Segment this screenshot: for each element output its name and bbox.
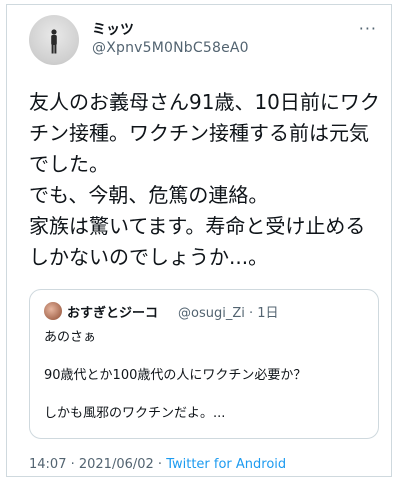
quoted-author-avatar	[44, 302, 62, 320]
quoted-tweet[interactable]: おすぎとジーコ @osugi_Zi · 1日 あのさぁ 90歳代とか100歳代の…	[29, 289, 379, 439]
more-dots-icon[interactable]: ···	[359, 19, 377, 38]
author-name[interactable]: ミッツ	[92, 19, 134, 39]
person-figure-icon	[51, 29, 57, 54]
quoted-tweet-text: あのさぁ 90歳代とか100歳代の人にワクチン必要か？ しかも風邪のワクチンだよ…	[44, 330, 307, 421]
tweet-meta: 14:07 · 2021/06/02 · Twitter for Android	[29, 457, 286, 472]
tweet-text: 友人のお義母さん91歳、10日前にワクチン接種。ワクチン接種する前は元気でした。…	[29, 90, 380, 269]
tweet-card: ミッツ @Xpnv5M0NbC58eA0 ··· 友人のお義母さん91歳、10日…	[6, 4, 392, 477]
quoted-author-handle: @osugi_Zi · 1日	[178, 306, 279, 321]
author-handle[interactable]: @Xpnv5M0NbC58eA0	[92, 40, 249, 56]
author-avatar[interactable]	[29, 15, 79, 65]
tweet-source-app[interactable]: Twitter for Android	[166, 457, 286, 472]
tweet-timestamp[interactable]: 14:07 · 2021/06/02 ·	[29, 457, 166, 472]
quoted-author-name: おすぎとジーコ	[67, 306, 159, 321]
